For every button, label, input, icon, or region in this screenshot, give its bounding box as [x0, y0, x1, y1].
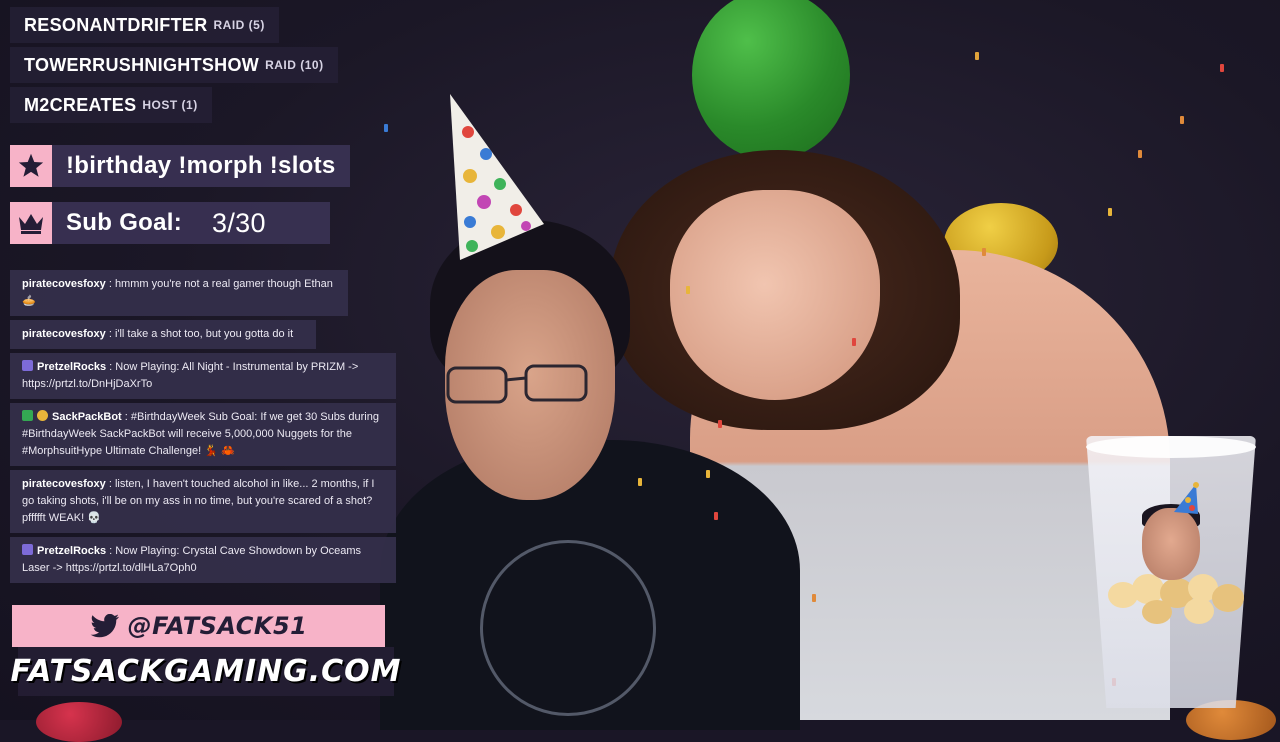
- chat-message: PretzelRocks : Now Playing: All Night - …: [10, 353, 396, 399]
- confetti: [686, 286, 690, 294]
- confetti: [1220, 64, 1224, 72]
- commands-text: !birthday !morph !slots: [52, 145, 350, 187]
- chat-separator: :: [106, 545, 116, 557]
- chat-separator: :: [121, 411, 131, 423]
- confetti: [638, 478, 642, 486]
- cup-avatar-face: [1142, 508, 1200, 580]
- confetti: [982, 248, 986, 256]
- confetti: [384, 124, 388, 132]
- cup-rim: [1086, 436, 1256, 458]
- red-balloon: [36, 702, 122, 742]
- confetti: [706, 470, 710, 478]
- chat-panel: piratecovesfoxy : hmmm you're not a real…: [10, 270, 396, 587]
- moderator-badge-icon: [22, 410, 33, 421]
- event-name: RESONANTDRIFTER: [24, 14, 208, 35]
- sub-goal-bar: Sub Goal: 3/30: [10, 202, 330, 244]
- shirt-graphic: [480, 540, 656, 716]
- twitter-banner: @FATSACK51: [12, 605, 385, 647]
- event-kind: HOST (1): [142, 98, 198, 112]
- crown-badge-icon: [37, 410, 48, 421]
- chat-message: piratecovesfoxy : hmmm you're not a real…: [10, 270, 348, 316]
- chat-separator: :: [105, 478, 115, 490]
- confetti: [812, 594, 816, 602]
- confetti: [1138, 150, 1142, 158]
- popcorn: [1212, 584, 1244, 612]
- chat-username: piratecovesfoxy: [22, 328, 106, 340]
- event-kind: RAID (5): [213, 18, 265, 32]
- event-name: M2CREATES: [24, 94, 137, 115]
- popcorn: [1184, 598, 1214, 624]
- chat-message: piratecovesfoxy : listen, I haven't touc…: [10, 470, 396, 533]
- chat-username: PretzelRocks: [37, 545, 107, 557]
- green-balloon: [692, 0, 850, 160]
- confetti: [975, 52, 979, 60]
- confetti: [718, 420, 722, 428]
- star-icon: [10, 145, 52, 187]
- glasses: [446, 364, 588, 404]
- event-raid-2: TOWERRUSHNIGHTSHOW RAID (10): [10, 47, 338, 83]
- verified-badge-icon: [22, 360, 33, 371]
- chat-separator: :: [106, 361, 116, 373]
- chat-username: piratecovesfoxy: [22, 478, 106, 490]
- event-raid-1: RESONANTDRIFTER RAID (5): [10, 7, 279, 43]
- twitter-handle: @FATSACK51: [127, 612, 308, 640]
- chat-message: SackPackBot : #BirthdayWeek Sub Goal: If…: [10, 403, 396, 466]
- chat-text: i'll take a shot too, but you gotta do i…: [114, 328, 294, 340]
- sub-goal-panel: Sub Goal: 3/30: [52, 202, 330, 244]
- chat-username: SackPackBot: [52, 411, 122, 423]
- chat-message: piratecovesfoxy : i'll take a shot too, …: [10, 320, 316, 349]
- party-hat-icon: [1174, 482, 1199, 514]
- website-banner: FATSACKGAMING.COM: [11, 647, 400, 696]
- streamer-right-face: [670, 190, 880, 400]
- event-host-1: M2CREATES HOST (1): [10, 87, 212, 123]
- confetti: [1108, 208, 1112, 216]
- chat-separator: :: [105, 328, 115, 340]
- commands-bar: !birthday !morph !slots: [10, 145, 350, 187]
- chat-separator: :: [105, 278, 115, 290]
- chat-message: PretzelRocks : Now Playing: Crystal Cave…: [10, 537, 396, 583]
- event-kind: RAID (10): [265, 58, 324, 72]
- website-url: FATSACKGAMING.COM: [10, 654, 402, 689]
- popcorn: [1142, 600, 1172, 624]
- party-hat: [450, 94, 544, 260]
- sub-goal-label: Sub Goal:: [66, 209, 183, 236]
- verified-badge-icon: [22, 544, 33, 555]
- confetti: [1180, 116, 1184, 124]
- crown-icon: [10, 202, 52, 244]
- chat-username: piratecovesfoxy: [22, 278, 106, 290]
- twitter-icon: [90, 614, 119, 638]
- chat-username: PretzelRocks: [37, 361, 107, 373]
- confetti: [852, 338, 856, 346]
- sub-goal-value: 3/30: [212, 207, 266, 238]
- confetti: [714, 512, 718, 520]
- event-name: TOWERRUSHNIGHTSHOW: [24, 54, 260, 75]
